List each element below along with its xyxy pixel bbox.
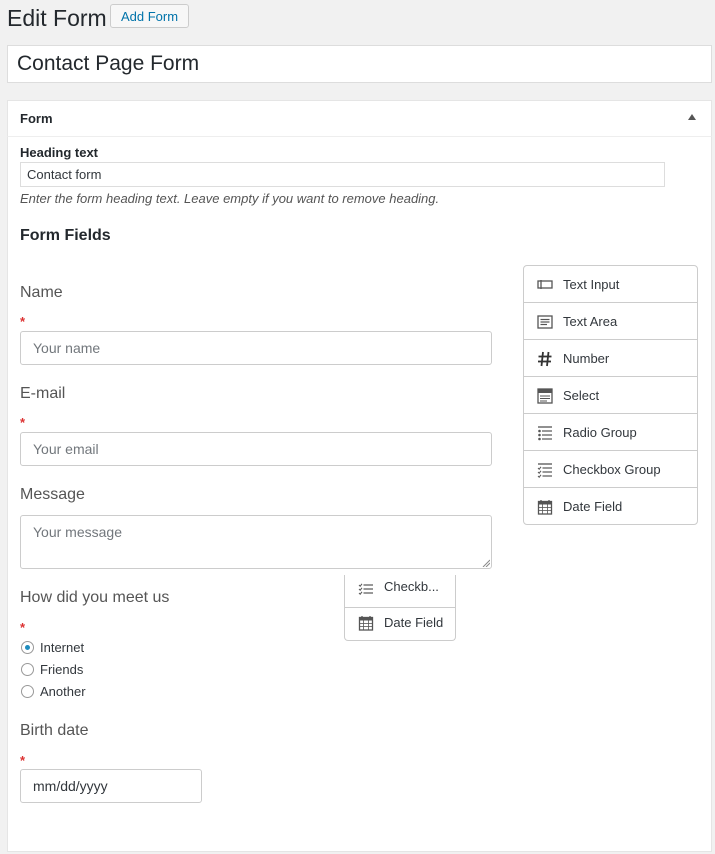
name-input[interactable]: Your name	[20, 331, 492, 365]
radio-another[interactable]	[21, 685, 34, 698]
panel-title: Form	[20, 111, 53, 126]
select-icon	[537, 388, 553, 404]
palette-item-radio-group[interactable]: Radio Group	[524, 414, 697, 451]
palette-item-checkbox-group[interactable]: Checkbox Group	[524, 451, 697, 488]
calendar-icon	[358, 616, 374, 631]
radio-internet[interactable]	[21, 641, 34, 654]
message-textarea[interactable]: Your message	[20, 515, 492, 569]
palette-item-label: Select	[563, 388, 600, 403]
palette-item-number[interactable]: Number	[524, 340, 697, 377]
form-fields-title: Form Fields	[20, 227, 111, 244]
add-form-button[interactable]: Add Form	[110, 4, 189, 28]
resize-handle-icon[interactable]	[482, 559, 490, 567]
drag-item-checkbox-group[interactable]: Checkb...	[345, 575, 455, 608]
checkbox-group-icon	[358, 583, 373, 595]
palette-item-label: Checkbox Group	[563, 462, 661, 477]
palette-item-label: Date Field	[563, 499, 623, 514]
required-marker: *	[20, 753, 26, 768]
heading-text-label: Heading text	[20, 145, 99, 160]
birth-date-label: Birth date	[20, 722, 89, 739]
name-label: Name	[20, 284, 63, 301]
email-input[interactable]: Your email	[20, 432, 492, 466]
radio-label-friends: Friends	[40, 662, 84, 677]
palette-item-label: Number	[563, 351, 610, 366]
required-marker: *	[20, 415, 26, 430]
radio-friends[interactable]	[21, 663, 34, 676]
palette-item-date-field[interactable]: Date Field	[524, 488, 697, 525]
email-label: E-mail	[20, 385, 66, 402]
hash-icon	[538, 351, 552, 367]
required-marker: *	[20, 620, 26, 635]
drag-item-label: Checkb...	[384, 579, 439, 594]
palette-item-text-input[interactable]: Text Input	[524, 266, 697, 303]
form-title-input[interactable]: Contact Page Form	[7, 45, 712, 83]
collapse-arrow-icon[interactable]	[688, 114, 696, 120]
form-panel-header[interactable]	[7, 100, 712, 137]
palette-item-select[interactable]: Select	[524, 377, 697, 414]
drag-item-label: Date Field	[384, 615, 444, 630]
drag-item-date-field[interactable]: Date Field	[345, 608, 455, 641]
heading-description: Enter the form heading text. Leave empty…	[20, 191, 440, 206]
radio-group-icon	[538, 426, 552, 441]
palette-item-label: Text Area	[563, 314, 618, 329]
radio-label-another: Another	[40, 684, 86, 699]
palette-item-label: Text Input	[563, 277, 620, 292]
field-palette: Text Input Text Area Number Select Radio…	[523, 265, 698, 525]
heading-text-input[interactable]: Contact form	[20, 162, 665, 187]
radio-label-internet: Internet	[40, 640, 85, 655]
meet-label: How did you meet us	[20, 589, 170, 606]
palette-item-label: Radio Group	[563, 425, 637, 440]
page-title: Edit Form	[7, 5, 107, 31]
birth-date-input[interactable]: mm/dd/yyyy	[20, 769, 202, 803]
message-label: Message	[20, 486, 85, 503]
drag-helper[interactable]: Checkb... Date Field	[344, 575, 456, 641]
checkbox-group-icon	[537, 463, 552, 478]
text-area-icon	[537, 315, 553, 329]
required-marker: *	[20, 314, 26, 329]
palette-item-text-area[interactable]: Text Area	[524, 303, 697, 340]
text-input-icon	[537, 280, 553, 289]
calendar-icon	[537, 500, 553, 515]
